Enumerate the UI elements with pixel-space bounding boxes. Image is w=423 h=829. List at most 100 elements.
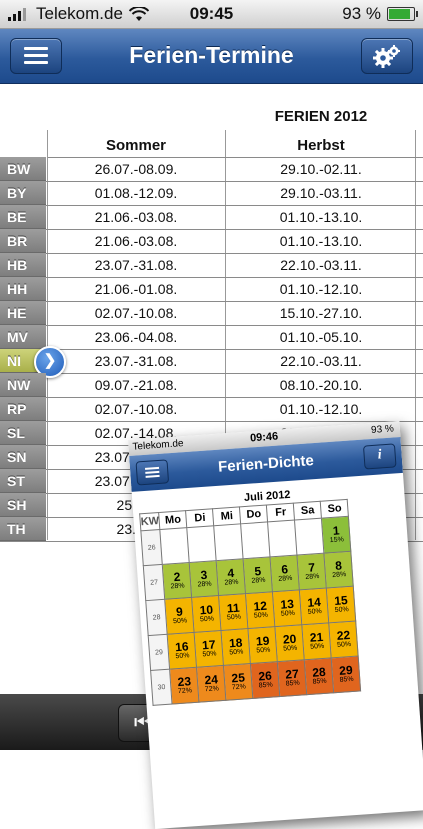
nav-bar: Ferien-Termine <box>0 29 423 84</box>
calendar-day: 19 50% <box>248 626 278 664</box>
calendar-day: 6 28% <box>270 554 300 592</box>
state-label-br[interactable]: BR <box>0 229 46 253</box>
calendar-day: 27 85% <box>277 659 308 697</box>
kw-header: KW <box>139 512 161 531</box>
calendar-day: 21 50% <box>302 622 332 660</box>
state-label-st[interactable]: ST <box>0 469 46 493</box>
state-label-hb[interactable]: HB <box>0 253 46 277</box>
calendar-day: 24 72% <box>196 665 227 703</box>
info-icon: i <box>377 447 383 463</box>
table-row[interactable]: 23.07.-31.08. 22.10.-03.11. <box>0 253 423 278</box>
holiday-density: 28% <box>332 571 347 580</box>
preview-battery: 93 % <box>370 423 395 437</box>
holiday-density: 50% <box>199 615 215 624</box>
calendar-day: 18 50% <box>221 628 251 666</box>
calendar-day: 29 85% <box>331 655 361 693</box>
table-row[interactable]: 21.06.-03.08. 01.10.-13.10. <box>0 205 423 230</box>
week-number: 26 <box>140 529 163 566</box>
preview-info-button: i <box>362 443 397 470</box>
table-row[interactable]: 02.07.-10.08. 15.10.-27.10. <box>0 301 423 326</box>
herbst-cell: 01.10.-13.10. <box>279 209 363 225</box>
table-heading: FERIEN 2012 <box>274 108 368 125</box>
herbst-cell: 29.10.-02.11. <box>280 161 362 177</box>
holiday-density: 28% <box>224 578 239 587</box>
herbst-cell: 01.10.-12.10. <box>279 401 363 417</box>
sommer-cell: 21.06.-01.08. <box>94 281 178 297</box>
herbst-cell: 22.10.-03.11. <box>280 257 362 273</box>
table-row[interactable]: 09.07.-21.08. 08.10.-20.10. <box>0 373 423 398</box>
battery-icon <box>387 7 418 21</box>
holiday-density: 50% <box>283 644 298 653</box>
calendar-day: 7 28% <box>297 553 327 590</box>
weekday-header: Sa <box>293 501 322 521</box>
state-label-hh[interactable]: HH <box>0 277 46 301</box>
sommer-cell: 23.07.-31.08. <box>94 257 178 273</box>
sommer-cell: 02.07.-10.08. <box>94 305 178 321</box>
calendar-day: 8 28% <box>324 551 354 589</box>
calendar-day: 9 50% <box>165 597 195 635</box>
state-label-th[interactable]: TH <box>0 517 46 541</box>
state-label-be[interactable]: BE <box>0 205 46 229</box>
gear-icon <box>373 45 400 68</box>
week-number: 27 <box>143 564 166 601</box>
state-label-sn[interactable]: SN <box>0 445 46 469</box>
state-label-he[interactable]: HE <box>0 301 46 325</box>
holiday-density: 28% <box>170 582 185 591</box>
calendar-day <box>267 520 298 557</box>
holiday-density: 28% <box>305 572 320 581</box>
sommer-cell: 23.07.-31.08. <box>94 353 178 369</box>
sommer-cell: 01.08.-12.09. <box>94 185 178 201</box>
calendar-day: 12 50% <box>245 591 276 629</box>
battery-percent: 93 % <box>342 4 381 23</box>
herbst-cell: 29.10.-03.11. <box>280 185 362 201</box>
calendar-day: 10 50% <box>191 595 222 633</box>
weekday-header: So <box>320 499 349 519</box>
calendar-day <box>187 525 217 563</box>
table-row[interactable]: 26.07.-08.09. 29.10.-02.11. <box>0 157 423 182</box>
state-label-nw[interactable]: NW <box>0 373 46 397</box>
state-label-mv[interactable]: MV <box>0 325 46 349</box>
holiday-density: 72% <box>231 683 247 692</box>
herbst-cell: 01.10.-12.10. <box>279 281 363 297</box>
holiday-density: 28% <box>278 574 293 583</box>
holiday-density: 15% <box>329 536 345 545</box>
state-label-sl[interactable]: SL <box>0 421 46 445</box>
calendar-day: 23 72% <box>169 667 200 705</box>
sommer-cell: 21.06.-03.08. <box>94 233 178 249</box>
holiday-density: 28% <box>197 580 212 589</box>
table-row[interactable]: 23.06.-04.08. 01.10.-05.10. <box>0 325 423 350</box>
holiday-density: 28% <box>251 576 266 585</box>
holiday-density: 50% <box>334 606 349 614</box>
state-label-sh[interactable]: SH <box>0 493 46 517</box>
weekday-header: Fr <box>266 503 295 522</box>
calendar-day: 28 85% <box>304 657 334 695</box>
week-number: 29 <box>148 634 170 671</box>
settings-button[interactable] <box>361 38 413 74</box>
state-label-by[interactable]: BY <box>0 181 46 205</box>
holiday-density: 50% <box>336 640 352 649</box>
table-row[interactable]: 02.07.-10.08. 01.10.-12.10. <box>0 397 423 422</box>
table-row[interactable]: 21.06.-01.08. 01.10.-12.10. <box>0 277 423 302</box>
table-row[interactable]: 21.06.-03.08. 01.10.-13.10. <box>0 229 423 254</box>
sommer-cell: 02.07.-10.08. <box>94 401 178 417</box>
sommer-cell: 26.07.-08.09. <box>94 161 178 177</box>
table-row[interactable]: 01.08.-12.09. 29.10.-03.11. <box>0 181 423 206</box>
holiday-density: 72% <box>204 685 220 694</box>
battery-status: 93 % <box>342 4 418 24</box>
sommer-cell: 21.06.-03.08. <box>94 209 178 225</box>
herbst-cell: 01.10.-13.10. <box>279 233 363 249</box>
calendar-day: 13 50% <box>272 589 303 627</box>
state-label-rp[interactable]: RP <box>0 397 46 421</box>
week-number: 28 <box>145 599 168 636</box>
calendar-day <box>160 527 190 565</box>
holiday-density: 50% <box>307 607 323 616</box>
calendar-day: 17 50% <box>194 630 224 668</box>
herbst-cell: 22.10.-03.11. <box>280 353 362 369</box>
calendar-day: 25 72% <box>223 663 254 701</box>
holiday-density: 72% <box>177 687 193 696</box>
calendar-day: 3 28% <box>189 560 219 598</box>
page-title: Ferien-Termine <box>129 42 294 68</box>
sommer-cell: 23.06.-04.08. <box>94 329 178 345</box>
weekday-header: Di <box>185 508 215 528</box>
state-label-bw[interactable]: BW <box>0 157 46 181</box>
